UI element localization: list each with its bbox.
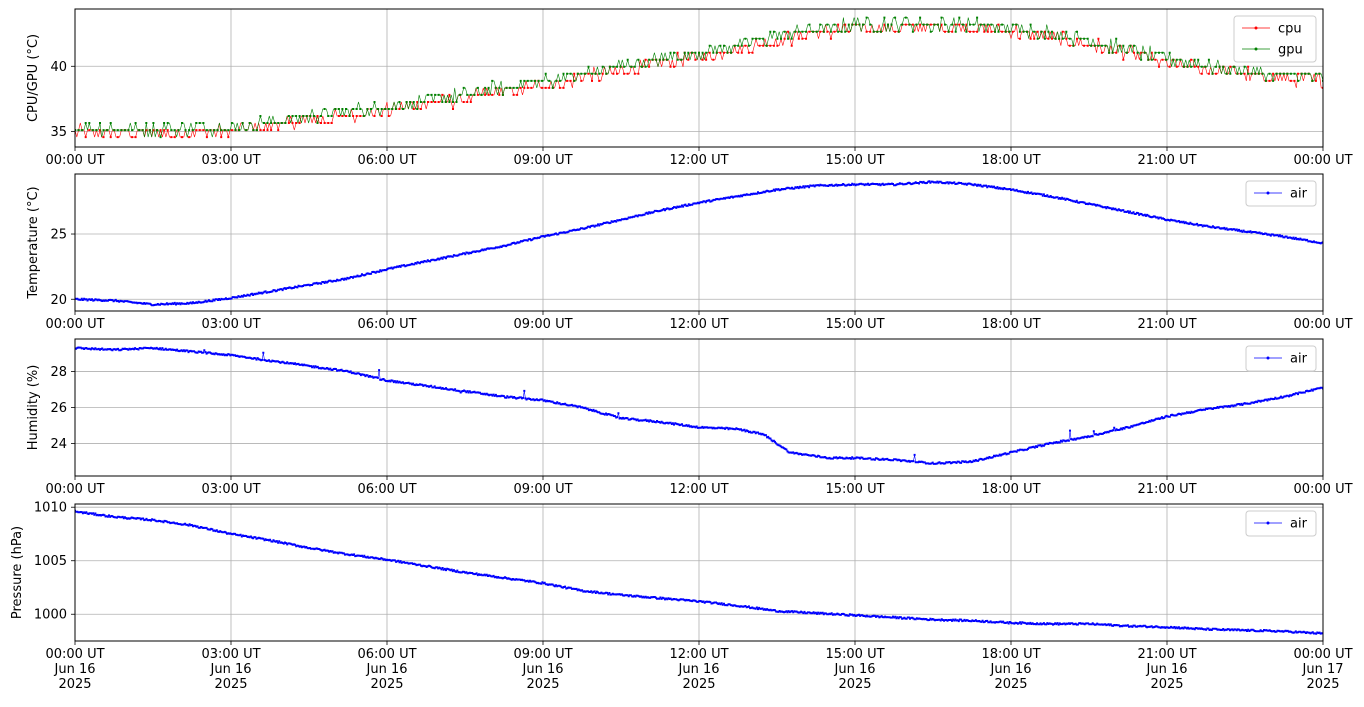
x-tick-label: 03:00 UT	[201, 647, 260, 662]
x-tick-label: 21:00 UT	[1137, 647, 1196, 662]
x-tick-label: 03:00 UT	[201, 153, 260, 168]
x-tick-label: 12:00 UT	[669, 647, 728, 662]
y-axis-title: Humidity (%)	[26, 365, 41, 451]
x-tick-label: 2025	[682, 677, 715, 692]
chart-panel-3: 00:00 UT 03:00 UT 06:00 UT 09:00 UT 12:00 UT…	[26, 338, 1353, 497]
y-tick-label: 28	[50, 365, 67, 380]
y-tick-label: 25	[50, 228, 67, 243]
y-tick-label: 24	[50, 437, 67, 452]
x-tick-label: 21:00 UT	[1137, 153, 1196, 168]
legend-label: air	[1290, 517, 1308, 532]
x-tick-label: Jun 16	[678, 662, 720, 677]
legend-marker	[1254, 47, 1258, 51]
x-tick-label: 06:00 UT	[357, 153, 416, 168]
y-tick-label: 26	[50, 401, 67, 416]
legend-marker	[1266, 356, 1270, 360]
x-tick-label: 06:00 UT	[357, 647, 416, 662]
x-tick-label: 18:00 UT	[981, 482, 1040, 497]
y-tick-label: 1010	[34, 501, 67, 516]
x-tick-label: 00:00 UT	[45, 482, 104, 497]
x-tick-label: 00:00 UT	[45, 153, 104, 168]
x-tick-label: 18:00 UT	[981, 647, 1040, 662]
legend: air	[1245, 510, 1317, 537]
x-tick-label: 12:00 UT	[669, 317, 728, 332]
x-tick-label: 03:00 UT	[201, 317, 260, 332]
x-tick-label: 15:00 UT	[825, 153, 884, 168]
y-tick-label: 20	[50, 293, 67, 308]
x-tick-label: 15:00 UT	[825, 482, 884, 497]
x-tick-label: 09:00 UT	[513, 647, 572, 662]
x-tick-label: 2025	[1150, 677, 1183, 692]
x-tick-label: Jun 16	[54, 662, 96, 677]
x-tick-label: 2025	[994, 677, 1027, 692]
y-tick-label: 1000	[34, 608, 67, 623]
x-tick-label: Jun 16	[210, 662, 252, 677]
chart-panel-1: 00:00 UT 03:00 UT 06:00 UT 09:00 UT 12:00 UT…	[26, 8, 1353, 168]
x-tick-label: 09:00 UT	[513, 482, 572, 497]
x-tick-label: 00:00 UT	[1293, 647, 1352, 662]
x-tick-label: 03:00 UT	[201, 482, 260, 497]
legend: air	[1245, 180, 1317, 207]
legend-marker	[1266, 521, 1270, 525]
x-tick-label: 06:00 UT	[357, 317, 416, 332]
legend: air	[1245, 345, 1317, 372]
legend-label: gpu	[1278, 43, 1303, 58]
y-tick-label: 1005	[34, 554, 67, 569]
sensor-charts: 00:00 UT 03:00 UT 06:00 UT 09:00 UT 12:00 UT…	[10, 8, 1353, 692]
x-tick-label: 15:00 UT	[825, 647, 884, 662]
x-tick-label: Jun 16	[522, 662, 564, 677]
x-tick-label: 12:00 UT	[669, 482, 728, 497]
x-tick-label: Jun 16	[366, 662, 408, 677]
chart-panel-2: 00:00 UT 03:00 UT 06:00 UT 09:00 UT 12:00 UT…	[26, 173, 1353, 332]
x-tick-label: 09:00 UT	[513, 153, 572, 168]
legend: cpu gpu	[1233, 15, 1317, 63]
x-tick-label: Jun 16	[834, 662, 876, 677]
x-tick-label: 00:00 UT	[1293, 317, 1352, 332]
legend-box	[1233, 15, 1317, 63]
x-tick-label: 12:00 UT	[669, 153, 728, 168]
x-tick-label: 2025	[838, 677, 871, 692]
x-tick-label: 00:00 UT	[1293, 153, 1352, 168]
y-axis-title: CPU/GPU (°C)	[26, 34, 41, 122]
y-tick-label: 35	[50, 125, 67, 140]
x-tick-label: 18:00 UT	[981, 317, 1040, 332]
x-tick-label: 2025	[526, 677, 559, 692]
x-tick-label: 2025	[370, 677, 403, 692]
x-tick-label: Jun 16	[1146, 662, 1188, 677]
x-tick-label: 00:00 UT	[1293, 482, 1352, 497]
x-tick-label: 21:00 UT	[1137, 317, 1196, 332]
legend-marker	[1266, 191, 1270, 195]
x-tick-label: 15:00 UT	[825, 317, 884, 332]
x-tick-label: 2025	[1306, 677, 1339, 692]
x-tick-label: 09:00 UT	[513, 317, 572, 332]
x-tick-label: 00:00 UT	[45, 647, 104, 662]
y-axis-title: Temperature (°C)	[26, 186, 41, 299]
legend-label: air	[1290, 352, 1308, 367]
x-tick-label: Jun 17	[1302, 662, 1344, 677]
x-tick-label: Jun 16	[990, 662, 1032, 677]
x-tick-label: 2025	[58, 677, 91, 692]
x-tick-label: 18:00 UT	[981, 153, 1040, 168]
legend-marker	[1254, 26, 1258, 30]
y-axis-title: Pressure (hPa)	[10, 526, 25, 619]
x-tick-label: 2025	[214, 677, 247, 692]
chart-panel-4: 00:00 UTJun 16202503:00 UTJun 16202506:0…	[10, 501, 1353, 692]
legend-label: cpu	[1278, 22, 1302, 37]
y-tick-label: 40	[50, 60, 67, 75]
x-tick-label: 00:00 UT	[45, 317, 104, 332]
x-tick-label: 06:00 UT	[357, 482, 416, 497]
legend-label: air	[1290, 187, 1308, 202]
x-tick-label: 21:00 UT	[1137, 482, 1196, 497]
